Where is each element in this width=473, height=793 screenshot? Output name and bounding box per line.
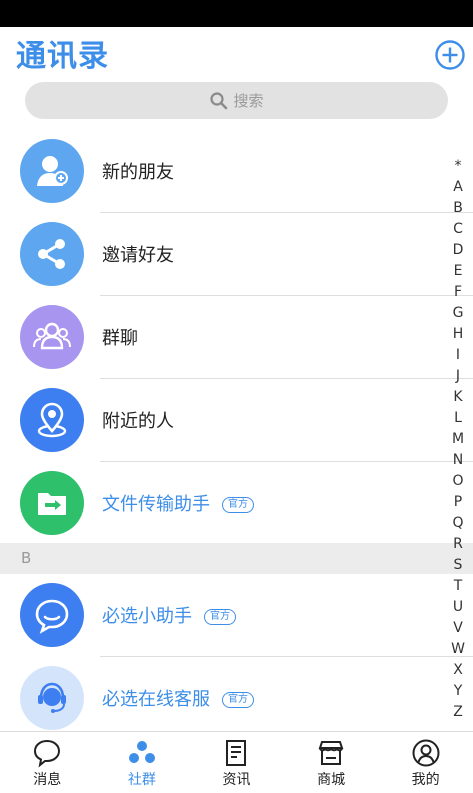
list-item-label: 文件传输助手 官方 [102, 490, 254, 516]
index-letter[interactable]: T [446, 576, 470, 596]
index-letter[interactable]: M [446, 429, 470, 449]
index-letter[interactable]: F [446, 282, 470, 302]
tab-store[interactable]: 商城 [284, 732, 379, 793]
index-letter[interactable]: D [446, 240, 470, 260]
search-input[interactable]: 搜索 [25, 82, 448, 119]
share-icon [20, 222, 84, 286]
status-bar [0, 0, 473, 27]
tab-label: 资讯 [222, 772, 251, 788]
tab-community[interactable]: 社群 [95, 732, 190, 793]
index-letter[interactable]: L [446, 408, 470, 428]
list-item-nearby-people[interactable]: 附近的人 [0, 379, 473, 462]
tab-label: 商城 [317, 772, 346, 788]
index-letter[interactable]: W [446, 639, 470, 659]
index-letter[interactable]: R [446, 534, 470, 554]
index-letter[interactable]: Q [446, 513, 470, 533]
index-letter[interactable]: X [446, 660, 470, 680]
bottom-tab-bar: 消息 社群 资讯 商城 我的 [0, 731, 473, 793]
tab-messages[interactable]: 消息 [0, 732, 95, 793]
list-item-name: 文件传输助手 [102, 494, 210, 515]
tab-label: 消息 [33, 772, 62, 788]
list-item-group-chat[interactable]: 群聊 [0, 296, 473, 379]
index-letter[interactable]: A [446, 177, 470, 197]
index-letter[interactable]: Y [446, 681, 470, 701]
official-badge: 官方 [222, 692, 254, 708]
list-item-invite-friends[interactable]: 邀请好友 [0, 213, 473, 296]
tab-profile[interactable]: 我的 [378, 732, 473, 793]
list-item-name: 必选在线客服 [102, 689, 210, 710]
profile-icon [412, 739, 440, 767]
list-item-label: 必选小助手 官方 [102, 602, 236, 628]
message-icon [34, 739, 61, 768]
section-header-b: B [0, 543, 473, 574]
official-badge: 官方 [222, 497, 254, 513]
index-letter[interactable]: J [446, 366, 470, 386]
list-item-label: 必选在线客服 官方 [102, 685, 254, 711]
new-friend-icon [20, 139, 84, 203]
index-letter[interactable]: I [446, 345, 470, 365]
index-letter[interactable]: C [446, 219, 470, 239]
search-icon [210, 91, 228, 109]
index-letter[interactable]: O [446, 471, 470, 491]
list-item-new-friends[interactable]: 新的朋友 [0, 130, 473, 213]
list-item-assistant[interactable]: 必选小助手 官方 [0, 574, 473, 657]
list-item-label: 群聊 [102, 328, 138, 349]
tab-news[interactable]: 资讯 [189, 732, 284, 793]
list-item-label: 新的朋友 [102, 162, 174, 183]
folder-transfer-icon [20, 471, 84, 535]
tab-label: 我的 [411, 772, 440, 788]
tab-label: 社群 [127, 772, 156, 788]
list-item-online-service[interactable]: 必选在线客服 官方 [0, 657, 473, 740]
index-letter[interactable]: B [446, 198, 470, 218]
location-pin-icon [20, 388, 84, 452]
index-letter[interactable]: U [446, 597, 470, 617]
index-letter[interactable]: E [446, 261, 470, 281]
list-item-file-transfer[interactable]: 文件传输助手 官方 [0, 462, 473, 545]
list-item-label: 附近的人 [102, 411, 174, 432]
add-icon[interactable] [434, 39, 466, 71]
section-letter: B [21, 549, 32, 567]
alphabet-index-bar[interactable]: * A B C D E F G H I J K L M N O P Q R S T U V W X Y Z [446, 158, 470, 732]
page-title: 通讯录 [16, 39, 109, 74]
index-letter[interactable]: P [446, 492, 470, 512]
news-icon [226, 740, 247, 766]
group-icon [20, 305, 84, 369]
index-letter[interactable]: * [446, 156, 470, 176]
index-letter[interactable]: Z [446, 702, 470, 722]
index-letter[interactable]: K [446, 387, 470, 407]
store-icon [318, 741, 344, 765]
list-item-name: 必选小助手 [102, 606, 192, 627]
headset-agent-icon [20, 666, 84, 730]
index-letter[interactable]: N [446, 450, 470, 470]
index-letter[interactable]: S [446, 555, 470, 575]
chat-bubble-icon [20, 583, 84, 647]
official-badge: 官方 [204, 609, 236, 625]
index-letter[interactable]: H [446, 324, 470, 344]
index-letter[interactable]: G [446, 303, 470, 323]
list-item-label: 邀请好友 [102, 245, 174, 266]
index-letter[interactable]: V [446, 618, 470, 638]
community-icon [128, 741, 155, 763]
search-placeholder: 搜索 [233, 92, 264, 110]
header: 通讯录 [0, 27, 473, 77]
